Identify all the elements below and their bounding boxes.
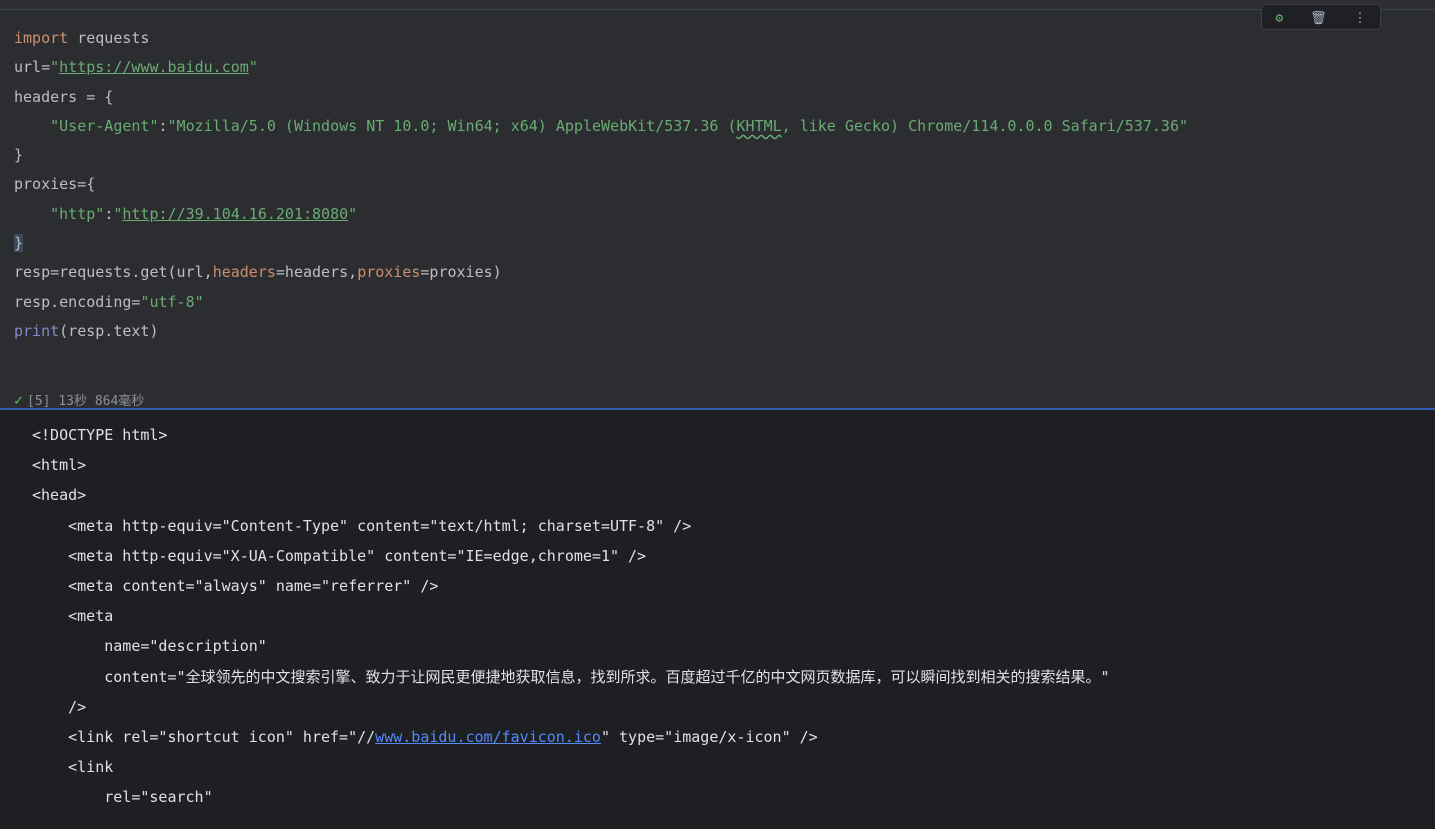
favicon-link[interactable]: www.baidu.com/favicon.ico xyxy=(375,728,601,746)
proxy-link[interactable]: http://39.104.16.201:8080 xyxy=(122,205,348,223)
matched-brace: } xyxy=(14,234,24,253)
code-editor[interactable]: import requests url="https://www.baidu.c… xyxy=(14,24,1188,346)
output-line: /> xyxy=(32,697,87,716)
notebook-view: ⚙ 🗑 ⋮ import requests url="https://www.b… xyxy=(0,0,1435,829)
code-line: proxies={ xyxy=(14,175,96,194)
output-line: content="全球领先的中文搜索引擎、致力于让网民更便捷地获取信息，找到所求… xyxy=(32,667,1110,686)
code-line: headers = { xyxy=(14,87,114,106)
code-line: resp=requests.get(url,headers=headers,pr… xyxy=(14,263,502,282)
execution-status: ✓ [5] 13秒 864毫秒 xyxy=(14,390,145,410)
bug-icon[interactable]: ⚙ xyxy=(1275,12,1283,25)
code-line: } xyxy=(14,146,24,165)
code-line: } xyxy=(14,229,1188,258)
url-link[interactable]: https://www.baidu.com xyxy=(59,58,249,76)
trash-icon[interactable]: 🗑 xyxy=(1310,12,1327,25)
code-line: "User-Agent":"Mozilla/5.0 (Windows NT 10… xyxy=(14,116,1189,135)
output-line: <meta http-equiv="Content-Type" content=… xyxy=(32,516,692,535)
output-line: name="description" xyxy=(32,637,267,656)
output-line: <!DOCTYPE html> xyxy=(32,426,168,444)
previous-cell-edge xyxy=(0,0,1435,10)
output-line: <meta xyxy=(32,607,114,626)
check-icon: ✓ xyxy=(14,390,24,409)
output-line: <html> xyxy=(32,456,87,475)
code-line: url="https://www.baidu.com" xyxy=(14,58,258,77)
code-line: "http":"http://39.104.16.201:8080" xyxy=(14,204,358,223)
execution-time: [5] 13秒 864毫秒 xyxy=(27,394,145,409)
code-line: print(resp.text) xyxy=(14,321,159,340)
output-line: <meta http-equiv="X-UA-Compatible" conte… xyxy=(32,546,647,565)
more-icon[interactable]: ⋮ xyxy=(1354,12,1367,25)
output-line: <head> xyxy=(32,486,87,505)
cell-output: <!DOCTYPE html> <html> <head> <meta http… xyxy=(0,410,1435,829)
code-cell[interactable]: ⚙ 🗑 ⋮ import requests url="https://www.b… xyxy=(0,4,1435,410)
output-line: <meta content="always" name="referrer" /… xyxy=(32,576,439,595)
typo-warning: KHTML xyxy=(736,116,782,135)
code-line: resp.encoding="utf-8" xyxy=(14,292,204,311)
output-line: <link rel="shortcut icon" href="//www.ba… xyxy=(32,727,818,746)
output-line: <link xyxy=(32,758,114,777)
output-line: rel="search" xyxy=(32,788,213,807)
cell-toolbar: ⚙ 🗑 ⋮ xyxy=(1261,4,1381,30)
output-text: <!DOCTYPE html> <html> <head> <meta http… xyxy=(32,420,1110,812)
code-line: import requests xyxy=(14,29,150,47)
